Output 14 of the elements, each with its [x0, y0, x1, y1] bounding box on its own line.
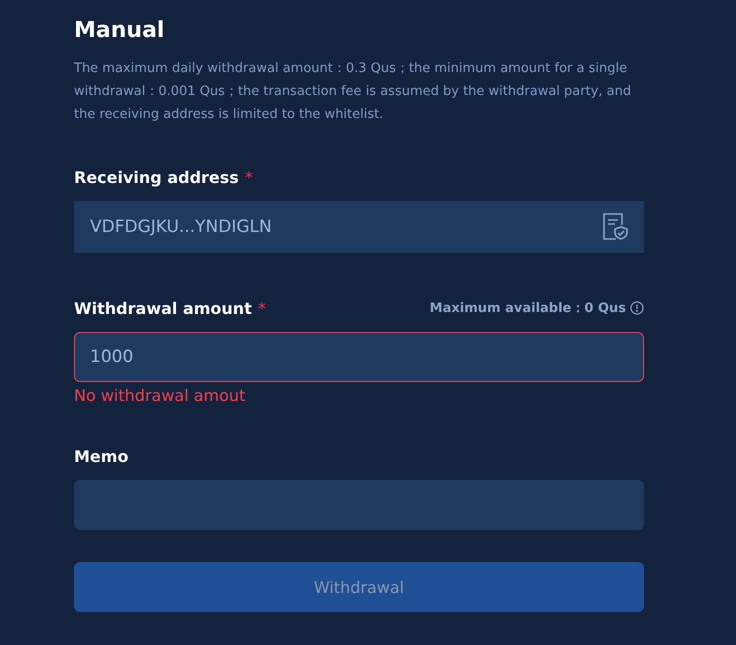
required-mark: *: [258, 298, 266, 318]
memo-field[interactable]: [74, 480, 644, 530]
required-mark: *: [244, 168, 253, 186]
document-shield-icon[interactable]: [601, 212, 629, 242]
info-icon: [630, 301, 644, 315]
withdrawal-notice: The maximum daily withdrawal amount：0.3 Qus；the minimum amount for a single withdrawal：0.001 Qus；the transaction fee is assumed by the withdrawal party, and the receiving address is limited to the whitelist.: [74, 60, 632, 124]
amount-field[interactable]: 1000: [74, 332, 644, 382]
section-title: Manual: [74, 18, 166, 43]
error-message: No withdrawal amout: [74, 386, 246, 405]
available-balance: Maximum available：0 Qus: [430, 300, 626, 317]
field-label: Withdrawal amount: [74, 298, 252, 318]
field-label: Memo: [74, 446, 128, 466]
address-field[interactable]: VDFDGJKU...YNDIGLN: [74, 201, 644, 253]
field-label: Receiving address: [74, 168, 239, 186]
